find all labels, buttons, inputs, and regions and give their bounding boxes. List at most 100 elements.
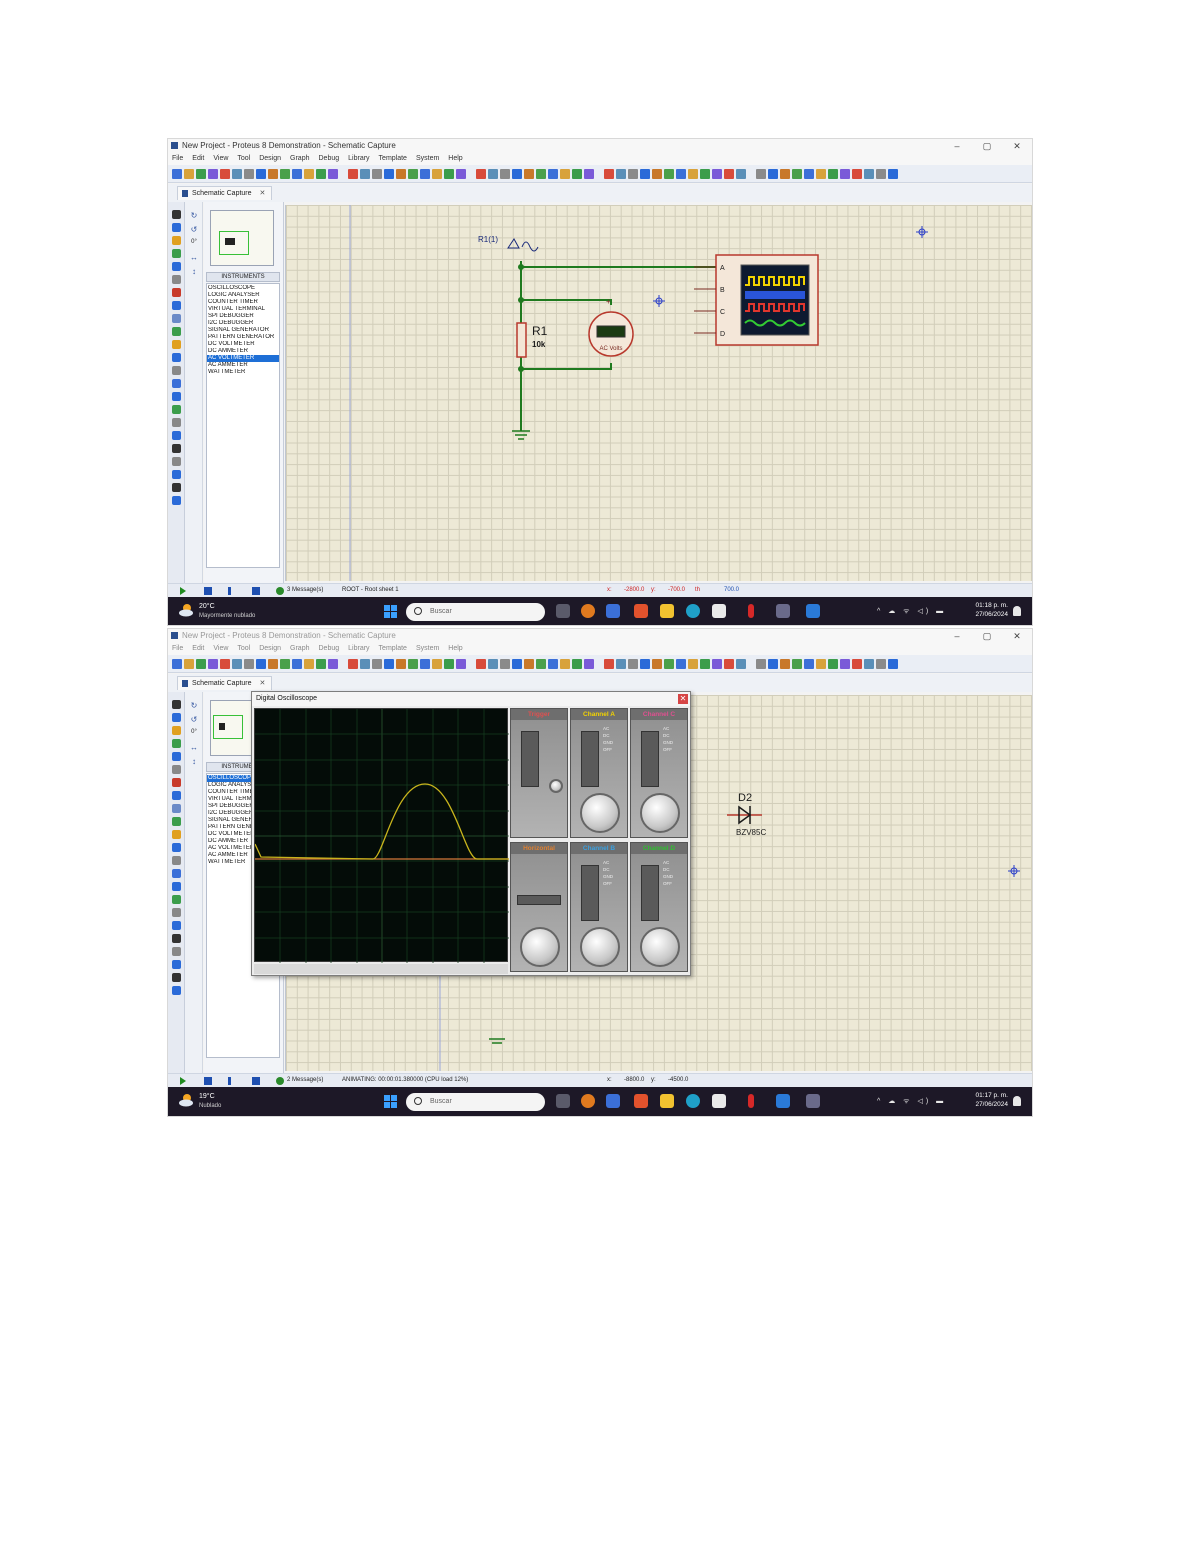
toolbar-button-icon[interactable] xyxy=(700,658,710,669)
mode-tool-icon[interactable] xyxy=(172,366,181,375)
pause-icon[interactable] xyxy=(228,587,231,595)
edge-icon[interactable] xyxy=(686,604,700,618)
ground-symbol[interactable] xyxy=(512,430,530,440)
toolbar-button-icon[interactable] xyxy=(512,168,522,179)
list-item[interactable]: WATTMETER xyxy=(207,369,279,376)
mode-tool-icon[interactable] xyxy=(172,483,181,492)
menu-edit[interactable]: Edit xyxy=(192,153,204,165)
scope-scrollbar[interactable] xyxy=(254,964,508,974)
rotation-field[interactable]: 0° xyxy=(190,728,198,736)
app-icon[interactable] xyxy=(748,604,754,618)
mirror-y-icon[interactable]: ↕ xyxy=(190,758,198,766)
probe-icon[interactable] xyxy=(507,238,520,249)
ground-symbol[interactable] xyxy=(489,1038,505,1044)
mode-tool-icon[interactable] xyxy=(172,470,181,479)
weather-description[interactable]: Nublado xyxy=(199,1103,221,1109)
zener-diode-d2[interactable] xyxy=(727,805,762,825)
mode-tool-icon[interactable] xyxy=(172,700,181,709)
mode-tool-icon[interactable] xyxy=(172,908,181,917)
toolbar-button-icon[interactable] xyxy=(432,168,442,179)
toolbar-button-icon[interactable] xyxy=(360,658,370,669)
toolbar-button-icon[interactable] xyxy=(652,168,662,179)
mode-tool-icon[interactable] xyxy=(172,960,181,969)
system-tray[interactable]: ^ ☁ ᯤ ◁) ▬ xyxy=(877,607,946,616)
mode-tool-icon[interactable] xyxy=(172,457,181,466)
toolbar-button-icon[interactable] xyxy=(476,658,486,669)
office-icon[interactable] xyxy=(634,1094,648,1108)
position-slider[interactable] xyxy=(641,731,659,787)
list-item[interactable]: AC AMMETER xyxy=(207,362,279,369)
mode-tool-icon[interactable] xyxy=(172,236,181,245)
mode-tool-icon[interactable] xyxy=(172,986,181,995)
volts-per-div-knob[interactable] xyxy=(580,793,620,833)
list-item[interactable]: COUNTER TIMER xyxy=(207,299,279,306)
toolbar-button-icon[interactable] xyxy=(396,658,406,669)
scope-title-bar[interactable]: Digital Oscilloscope ✕ xyxy=(252,692,690,706)
toolbar-button-icon[interactable] xyxy=(488,168,498,179)
file-explorer-icon[interactable] xyxy=(660,1094,674,1108)
menu-system[interactable]: System xyxy=(416,153,439,165)
play-icon[interactable] xyxy=(180,587,186,595)
tab-close-icon[interactable]: ✕ xyxy=(259,680,265,687)
toolbar-button-icon[interactable] xyxy=(804,168,814,179)
tab-close-icon[interactable]: ✕ xyxy=(259,190,265,197)
tab-schematic-capture[interactable]: Schematic Capture ✕ xyxy=(177,186,273,200)
mode-tool-icon[interactable] xyxy=(172,262,181,271)
step-icon[interactable] xyxy=(204,1077,212,1085)
step-icon[interactable] xyxy=(204,587,212,595)
mode-tool-icon[interactable] xyxy=(172,418,181,427)
notification-bell-icon[interactable] xyxy=(1013,606,1021,616)
mode-tool-icon[interactable] xyxy=(172,882,181,891)
menu-debug[interactable]: Debug xyxy=(319,643,340,655)
toolbar-button-icon[interactable] xyxy=(196,658,206,669)
toolbar-button-icon[interactable] xyxy=(676,658,686,669)
menu-library[interactable]: Library xyxy=(348,643,369,655)
list-item[interactable]: OSCILLOSCOPE xyxy=(207,285,279,292)
mode-tool-icon[interactable] xyxy=(172,947,181,956)
toolbar-button-icon[interactable] xyxy=(664,168,674,179)
toolbar-button-icon[interactable] xyxy=(548,658,558,669)
toolbar-button-icon[interactable] xyxy=(780,168,790,179)
list-item[interactable]: I2C DEBUGGER xyxy=(207,320,279,327)
mode-tool-icon[interactable] xyxy=(172,379,181,388)
minimize-button[interactable]: – xyxy=(942,139,972,153)
rotate-anticlockwise-icon[interactable]: ↺ xyxy=(190,716,198,724)
proteus-taskbar-icon[interactable] xyxy=(806,1094,820,1108)
close-button[interactable]: ✕ xyxy=(1002,139,1032,153)
toolbar-button-icon[interactable] xyxy=(420,658,430,669)
resistor-r1[interactable] xyxy=(516,322,527,358)
mode-tool-icon[interactable] xyxy=(172,973,181,982)
volts-per-div-knob[interactable] xyxy=(640,793,680,833)
toolbar-button-icon[interactable] xyxy=(348,168,358,179)
toolbar-button-icon[interactable] xyxy=(652,658,662,669)
menu-help[interactable]: Help xyxy=(448,643,462,655)
cloud-icon[interactable] xyxy=(178,1093,194,1107)
toolbar-button-icon[interactable] xyxy=(348,658,358,669)
mode-tool-icon[interactable] xyxy=(172,843,181,852)
toolbar-button-icon[interactable] xyxy=(456,168,466,179)
toolbar-button-icon[interactable] xyxy=(584,658,594,669)
toolbar-button-icon[interactable] xyxy=(316,658,326,669)
system-tray[interactable]: ^ ☁ ᯤ ◁) ▬ xyxy=(877,1097,946,1106)
toolbar-button-icon[interactable] xyxy=(712,168,722,179)
toolbar-button-icon[interactable] xyxy=(488,658,498,669)
toolbar-button-icon[interactable] xyxy=(888,168,898,179)
position-slider[interactable] xyxy=(641,865,659,921)
position-slider[interactable] xyxy=(581,731,599,787)
menu-design[interactable]: Design xyxy=(259,153,281,165)
menu-graph[interactable]: Graph xyxy=(290,153,309,165)
teams-icon[interactable] xyxy=(606,604,620,618)
toolbar-button-icon[interactable] xyxy=(500,658,510,669)
teams-icon[interactable] xyxy=(606,1094,620,1108)
task-view-icon[interactable] xyxy=(556,604,570,618)
toolbar-button-icon[interactable] xyxy=(268,658,278,669)
toolbar-button-icon[interactable] xyxy=(876,658,886,669)
scope-close-button[interactable]: ✕ xyxy=(678,694,688,704)
toolbar-button-icon[interactable] xyxy=(804,658,814,669)
mode-tool-icon[interactable] xyxy=(172,778,181,787)
mode-tool-icon[interactable] xyxy=(172,431,181,440)
file-explorer-icon[interactable] xyxy=(660,604,674,618)
list-item[interactable]: PATTERN GENERATOR xyxy=(207,334,279,341)
app-icon[interactable] xyxy=(806,604,820,618)
proteus-taskbar-icon[interactable] xyxy=(776,604,790,618)
